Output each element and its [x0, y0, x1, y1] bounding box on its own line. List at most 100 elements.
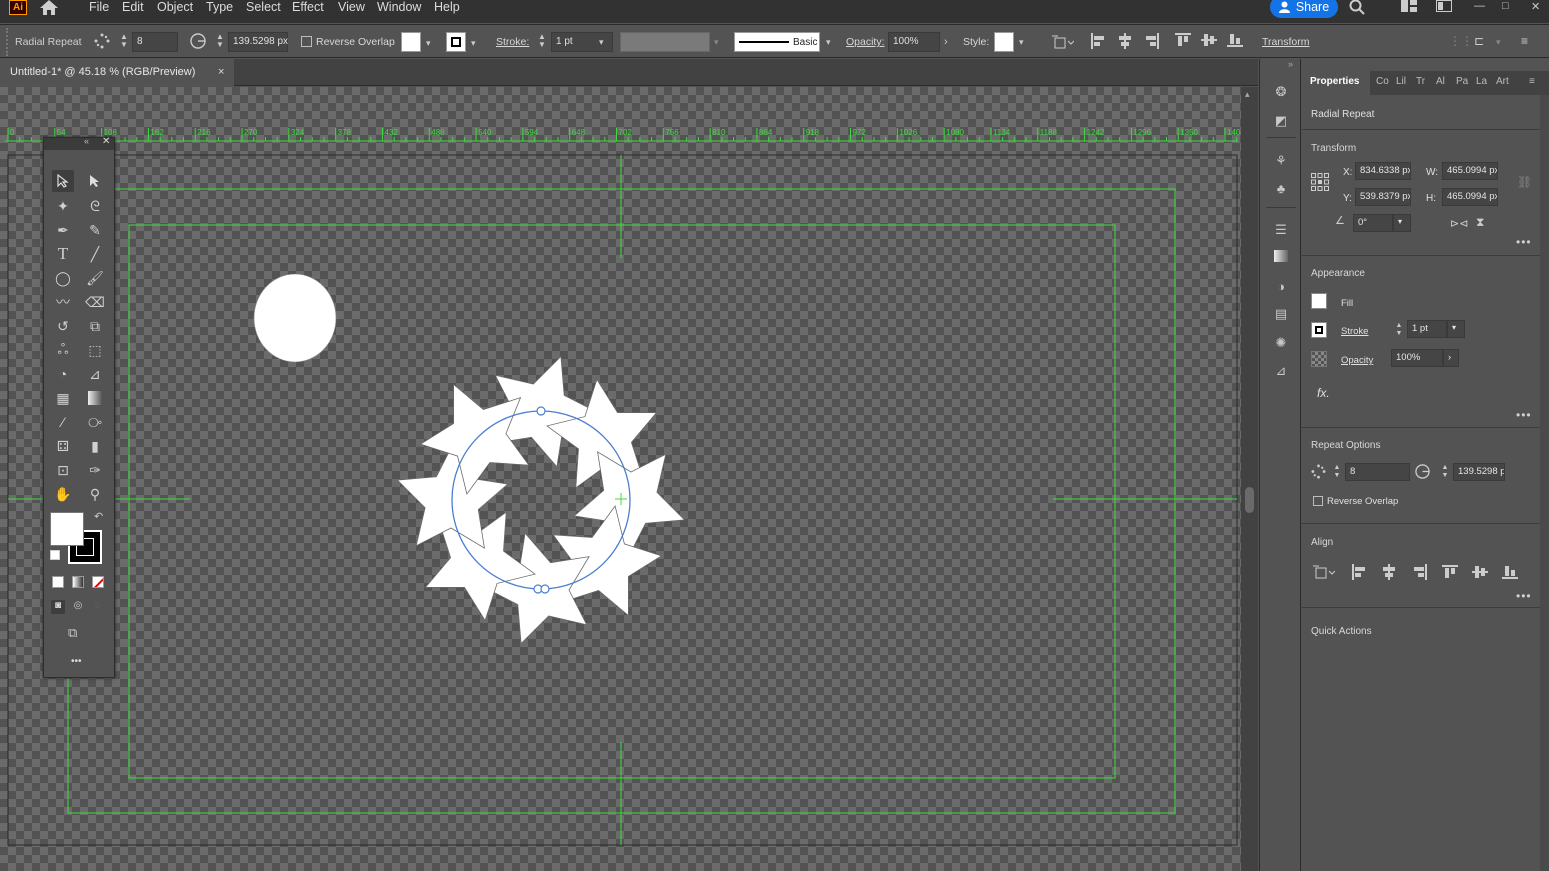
opacity-arrow-icon[interactable]: ›	[944, 36, 948, 48]
opacity-input[interactable]: 100%	[888, 32, 940, 52]
draw-inside-icon[interactable]: ◌	[91, 600, 105, 614]
transform-more-icon[interactable]: •••	[1516, 235, 1532, 249]
menu-file[interactable]: File	[89, 0, 109, 14]
repeat-reverse-overlap-checkbox[interactable]	[1313, 496, 1323, 506]
recolor-icon[interactable]: ◩	[1272, 113, 1290, 129]
tab-align[interactable]: Al	[1436, 76, 1445, 87]
paintbrush-tool-icon[interactable]: 🖌	[84, 267, 106, 289]
workspace-switcher-icon[interactable]	[1401, 0, 1417, 12]
align-to-selection-icon[interactable]	[1313, 565, 1335, 579]
perspective-grid-tool-icon[interactable]: ⊿	[84, 363, 106, 385]
panel-align-right-icon[interactable]	[1413, 564, 1427, 580]
tab-transform[interactable]: Tr	[1416, 76, 1425, 87]
menu-view[interactable]: View	[338, 0, 365, 14]
curvature-tool-icon[interactable]: ✎	[84, 219, 106, 241]
stroke-weight-dropdown-icon[interactable]: ▾	[599, 37, 604, 48]
panel-scrollbar[interactable]	[1540, 95, 1549, 871]
fill-color-swatch[interactable]	[50, 512, 84, 546]
appearance-more-icon[interactable]: •••	[1516, 408, 1532, 422]
lasso-tool-icon[interactable]: ᘓ	[84, 195, 106, 217]
menu-help[interactable]: Help	[434, 0, 460, 14]
style-dropdown-icon[interactable]: ▾	[1019, 37, 1024, 48]
fill-dropdown-icon[interactable]: ▾	[426, 38, 431, 49]
brushes-icon[interactable]: ⚘	[1272, 153, 1290, 169]
gradient-tool-icon[interactable]	[84, 387, 106, 409]
close-window-icon[interactable]: ✕	[1531, 0, 1540, 13]
brush-definition[interactable]: Basic	[734, 32, 820, 52]
panel-align-middle-icon[interactable]	[1472, 565, 1488, 579]
tab-color[interactable]: Co	[1376, 76, 1389, 87]
style-swatch[interactable]	[994, 32, 1014, 52]
fill-swatch[interactable]	[401, 32, 421, 52]
menu-edit[interactable]: Edit	[122, 0, 144, 14]
direct-selection-tool-icon[interactable]	[84, 170, 106, 192]
column-graph-tool-icon[interactable]: ▮	[84, 435, 106, 457]
tab-pathfinder[interactable]: Pa	[1456, 76, 1468, 87]
screen-mode-icon[interactable]: ⧉	[68, 625, 77, 641]
draw-behind-icon[interactable]: ◎	[71, 600, 85, 614]
edit-toolbar-icon[interactable]: •••	[71, 656, 82, 667]
close-panel-icon[interactable]: ✕	[102, 136, 110, 147]
stroke-swatch-dropdown-icon[interactable]: ▾	[471, 38, 476, 49]
pen-tool-icon[interactable]: ✒	[52, 219, 74, 241]
opacity-label[interactable]: Opacity:	[846, 36, 885, 48]
draw-normal-icon[interactable]: ◙	[51, 600, 65, 614]
repeat-instances-input[interactable]: 8	[1345, 463, 1410, 481]
eraser-tool-icon[interactable]: ⌫	[84, 291, 106, 313]
angle-dropdown-icon[interactable]: ▾	[1393, 214, 1411, 232]
stroke-label[interactable]: Stroke:	[496, 36, 529, 48]
maximize-icon[interactable]: □	[1502, 0, 1509, 12]
x-input[interactable]: 834.6338 px	[1355, 162, 1411, 180]
control-menu-icon[interactable]: ≡	[1521, 34, 1528, 48]
gradient-panel-icon[interactable]	[1272, 250, 1290, 266]
repeat-handle-top[interactable]	[536, 406, 546, 416]
default-colors-icon[interactable]	[50, 550, 60, 560]
share-button[interactable]: Share	[1270, 0, 1338, 18]
tools-panel-header[interactable]: « ✕	[44, 136, 114, 150]
align-right-icon[interactable]	[1145, 33, 1159, 49]
panel-align-center-icon[interactable]	[1382, 564, 1396, 580]
none-mode-icon[interactable]	[92, 576, 104, 588]
artboard-canvas[interactable]: 0 54 108 162 216 270 324 378 432 486 540 594 648 702 7…	[0, 87, 1241, 871]
repeat-radius-stepper[interactable]: ▲ ▼	[1441, 464, 1449, 480]
reference-point-icon[interactable]	[1311, 173, 1329, 191]
minimize-icon[interactable]: —	[1474, 0, 1485, 12]
warp-tool-icon[interactable]: ஃ	[52, 339, 74, 361]
ellipse-tool-icon[interactable]: ◯	[52, 267, 74, 289]
menu-object[interactable]: Object	[157, 0, 193, 14]
gradient-mode-icon[interactable]	[72, 576, 84, 588]
rotate-angle-input[interactable]: 0°	[1353, 214, 1393, 232]
menu-window[interactable]: Window	[377, 0, 421, 14]
variable-width-profile[interactable]	[620, 32, 710, 52]
align-left-icon[interactable]	[1091, 33, 1105, 49]
transform-link[interactable]: Transform	[1262, 36, 1309, 48]
align-horizontal-center-icon[interactable]	[1118, 33, 1132, 49]
flip-vertical-icon[interactable]: ⧗	[1476, 215, 1484, 230]
panel-menu-icon[interactable]: ≡	[1529, 76, 1535, 87]
document-tab[interactable]: Untitled-1* @ 45.18 % (RGB/Preview)	[0, 59, 234, 86]
align-vertical-center-icon[interactable]	[1201, 33, 1217, 47]
selection-tool-icon[interactable]	[52, 170, 74, 192]
rotate-tool-icon[interactable]: ↺	[52, 315, 74, 337]
radial-repeat-group[interactable]	[396, 355, 686, 645]
arrange-dropdown-icon[interactable]: ▾	[1496, 37, 1501, 48]
stroke-swatch[interactable]	[446, 32, 466, 52]
instances-input[interactable]: 8	[132, 32, 178, 52]
vertical-scrollbar[interactable]: ▴	[1241, 87, 1258, 871]
brush-dropdown-icon[interactable]: ▾	[826, 37, 831, 48]
instances-stepper[interactable]: ▲ ▼	[120, 33, 128, 49]
panel-align-bottom-icon[interactable]	[1502, 565, 1518, 579]
transparency-icon[interactable]: ◑	[1272, 279, 1290, 295]
line-segment-tool-icon[interactable]: ╱	[84, 243, 106, 265]
appearance-stroke-dropdown-icon[interactable]: ▾	[1447, 320, 1465, 338]
align-more-icon[interactable]: •••	[1516, 589, 1532, 603]
repeat-instances-stepper[interactable]: ▲ ▼	[1333, 464, 1341, 480]
align-bottom-icon[interactable]	[1227, 33, 1243, 47]
radius-stepper[interactable]: ▲ ▼	[216, 33, 224, 49]
blend-tool-icon[interactable]: ⧂	[84, 411, 106, 433]
arrange-icon[interactable]: ⊏	[1474, 34, 1484, 48]
tab-layers[interactable]: La	[1476, 76, 1487, 87]
slice-tool-icon[interactable]: ✑	[84, 459, 106, 481]
fx-icon[interactable]: fx.	[1317, 386, 1330, 400]
flip-horizontal-icon[interactable]: ⊳⊲	[1450, 217, 1468, 230]
